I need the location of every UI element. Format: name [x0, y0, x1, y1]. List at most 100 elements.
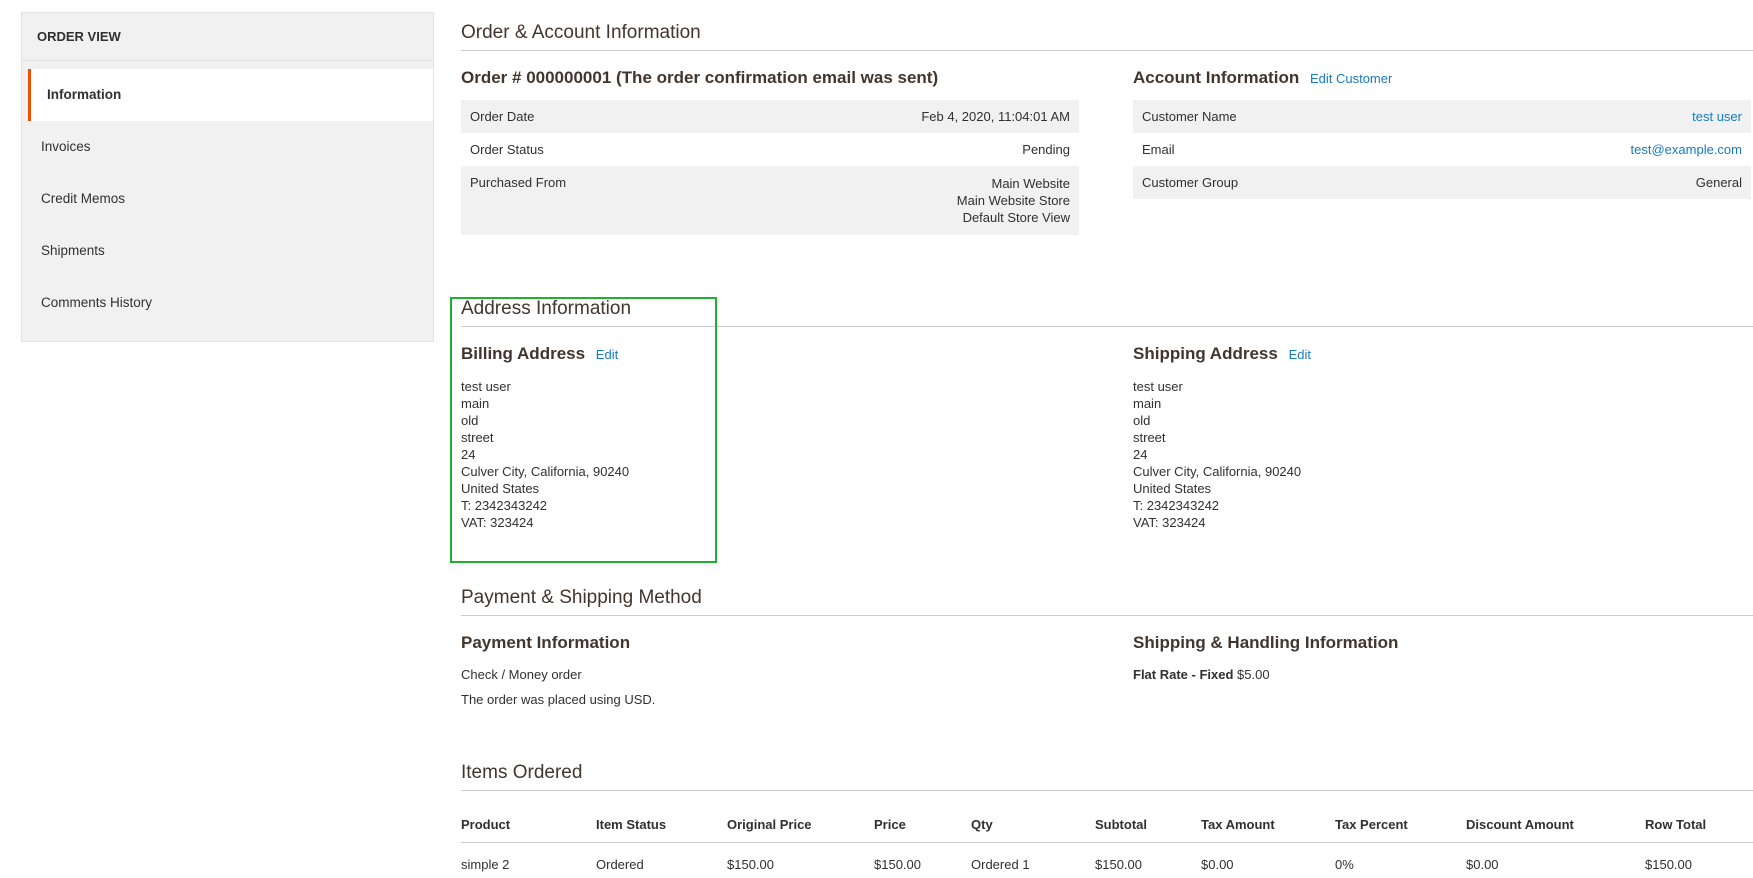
shipping-price: $5.00 — [1237, 667, 1270, 682]
item-product: simple 2 — [461, 843, 596, 878]
table-row: Email test@example.com — [1133, 133, 1751, 166]
customer-name-link[interactable]: test user — [1692, 109, 1742, 124]
item-subtotal: $150.00 — [1095, 843, 1201, 878]
customer-group-label: Customer Group — [1133, 166, 1380, 199]
address-line: street — [1133, 429, 1751, 446]
payment-heading: Payment Information — [461, 633, 1079, 653]
purchased-from-value: Main Website Main Website Store Default … — [708, 166, 1079, 235]
table-row: Order Status Pending — [461, 133, 1079, 166]
tab-credit-memos[interactable]: Credit Memos — [22, 173, 433, 225]
store-name: Main Website Store — [717, 192, 1070, 209]
address-line: main — [1133, 395, 1751, 412]
qty-label: Ordered — [971, 857, 1019, 872]
customer-name-label: Customer Name — [1133, 100, 1380, 133]
shipping-heading-label: Shipping Address — [1133, 344, 1278, 363]
billing-address: Billing Address Edit test user main old … — [461, 344, 1079, 531]
address-line: test user — [1133, 378, 1751, 395]
col-tax-amount: Tax Amount — [1201, 807, 1335, 843]
purchased-from-label: Purchased From — [461, 166, 708, 235]
address-line: Culver City, California, 90240 — [461, 463, 1079, 480]
item-status: Ordered — [596, 843, 727, 878]
items-ordered-section: Items Ordered Product Item Status Origin… — [461, 762, 1753, 878]
email-cell: test@example.com — [1380, 133, 1751, 166]
account-heading-label: Account Information — [1133, 68, 1299, 87]
edit-customer-link[interactable]: Edit Customer — [1310, 71, 1392, 86]
col-tax-percent: Tax Percent — [1335, 807, 1466, 843]
address-line: 24 — [1133, 446, 1751, 463]
section-title: Address Information — [461, 298, 1753, 327]
items-table: Product Item Status Original Price Price… — [461, 807, 1753, 878]
payment-shipping-section: Payment & Shipping Method Payment Inform… — [461, 587, 1753, 616]
address-line: United States — [1133, 480, 1751, 497]
col-original-price: Original Price — [727, 807, 874, 843]
account-info: Account Information Edit Customer Custom… — [1133, 68, 1751, 199]
tab-shipments[interactable]: Shipments — [22, 225, 433, 277]
payment-method: Check / Money order — [461, 667, 1079, 682]
order-status-value: Pending — [708, 133, 1079, 166]
col-product: Product — [461, 807, 596, 843]
address-line: old — [1133, 412, 1751, 429]
shipping-method: Flat Rate - Fixed $5.00 — [1133, 667, 1751, 682]
email-label: Email — [1133, 133, 1380, 166]
tab-invoices[interactable]: Invoices — [22, 121, 433, 173]
col-item-status: Item Status — [596, 807, 727, 843]
address-line: VAT: 323424 — [1133, 514, 1751, 531]
order-tabs: Information Invoices Credit Memos Shipme… — [22, 69, 433, 329]
order-status-label: Order Status — [461, 133, 708, 166]
table-row: Customer Name test user — [1133, 100, 1751, 133]
order-heading: Order # 000000001 (The order confirmatio… — [461, 68, 1079, 88]
customer-name-cell: test user — [1380, 100, 1751, 133]
order-info-table: Order Date Feb 4, 2020, 11:04:01 AM Orde… — [461, 100, 1079, 235]
tab-comments-history[interactable]: Comments History — [22, 277, 433, 329]
shipping-address: Shipping Address Edit test user main old… — [1133, 344, 1751, 531]
item-price: $150.00 — [874, 843, 971, 878]
section-title: Payment & Shipping Method — [461, 587, 1753, 616]
tab-information[interactable]: Information — [28, 69, 433, 121]
item-discount: $0.00 — [1466, 843, 1645, 878]
order-info: Order # 000000001 (The order confirmatio… — [461, 68, 1079, 235]
billing-address-block: test user main old street 24 Culver City… — [461, 378, 1079, 531]
edit-shipping-address-link[interactable]: Edit — [1289, 347, 1311, 362]
email-link[interactable]: test@example.com — [1631, 142, 1742, 157]
account-info-table: Customer Name test user Email test@examp… — [1133, 100, 1751, 199]
billing-heading: Billing Address Edit — [461, 344, 1079, 364]
table-row: Purchased From Main Website Main Website… — [461, 166, 1079, 235]
section-title: Items Ordered — [461, 762, 1753, 791]
address-line: main — [461, 395, 1079, 412]
sidebar-title: ORDER VIEW — [22, 13, 433, 61]
item-row-total: $150.00 — [1645, 843, 1753, 878]
address-line: 24 — [461, 446, 1079, 463]
col-price: Price — [874, 807, 971, 843]
item-original-price: $150.00 — [727, 843, 874, 878]
address-line: T: 2342343242 — [461, 497, 1079, 514]
store-view-name: Default Store View — [717, 209, 1070, 226]
payment-note: The order was placed using USD. — [461, 692, 1079, 707]
col-qty: Qty — [971, 807, 1095, 843]
order-date-label: Order Date — [461, 100, 708, 133]
shipping-method-name: Flat Rate - Fixed — [1133, 667, 1233, 682]
qty-value: 1 — [1022, 857, 1029, 872]
address-line: T: 2342343242 — [1133, 497, 1751, 514]
order-view-sidebar: ORDER VIEW Information Invoices Credit M… — [21, 12, 434, 342]
address-section: Address Information Billing Address Edit… — [461, 298, 1753, 327]
item-tax-amount: $0.00 — [1201, 843, 1335, 878]
address-line: test user — [461, 378, 1079, 395]
address-line: VAT: 323424 — [461, 514, 1079, 531]
table-row: Order Date Feb 4, 2020, 11:04:01 AM — [461, 100, 1079, 133]
address-line: old — [461, 412, 1079, 429]
website-name: Main Website — [717, 175, 1070, 192]
order-date-value: Feb 4, 2020, 11:04:01 AM — [708, 100, 1079, 133]
table-row: Customer Group General — [1133, 166, 1751, 199]
col-row-total: Row Total — [1645, 807, 1753, 843]
shipping-method-heading: Shipping & Handling Information — [1133, 633, 1751, 653]
item-tax-percent: 0% — [1335, 843, 1466, 878]
item-qty: Ordered 1 — [971, 843, 1095, 878]
items-header-row: Product Item Status Original Price Price… — [461, 807, 1753, 843]
customer-group-value: General — [1380, 166, 1751, 199]
edit-billing-address-link[interactable]: Edit — [596, 347, 618, 362]
shipping-heading: Shipping Address Edit — [1133, 344, 1751, 364]
payment-info: Payment Information Check / Money order … — [461, 633, 1079, 707]
col-discount-amount: Discount Amount — [1466, 807, 1645, 843]
billing-heading-label: Billing Address — [461, 344, 585, 363]
table-row: simple 2 Ordered $150.00 $150.00 Ordered… — [461, 843, 1753, 878]
